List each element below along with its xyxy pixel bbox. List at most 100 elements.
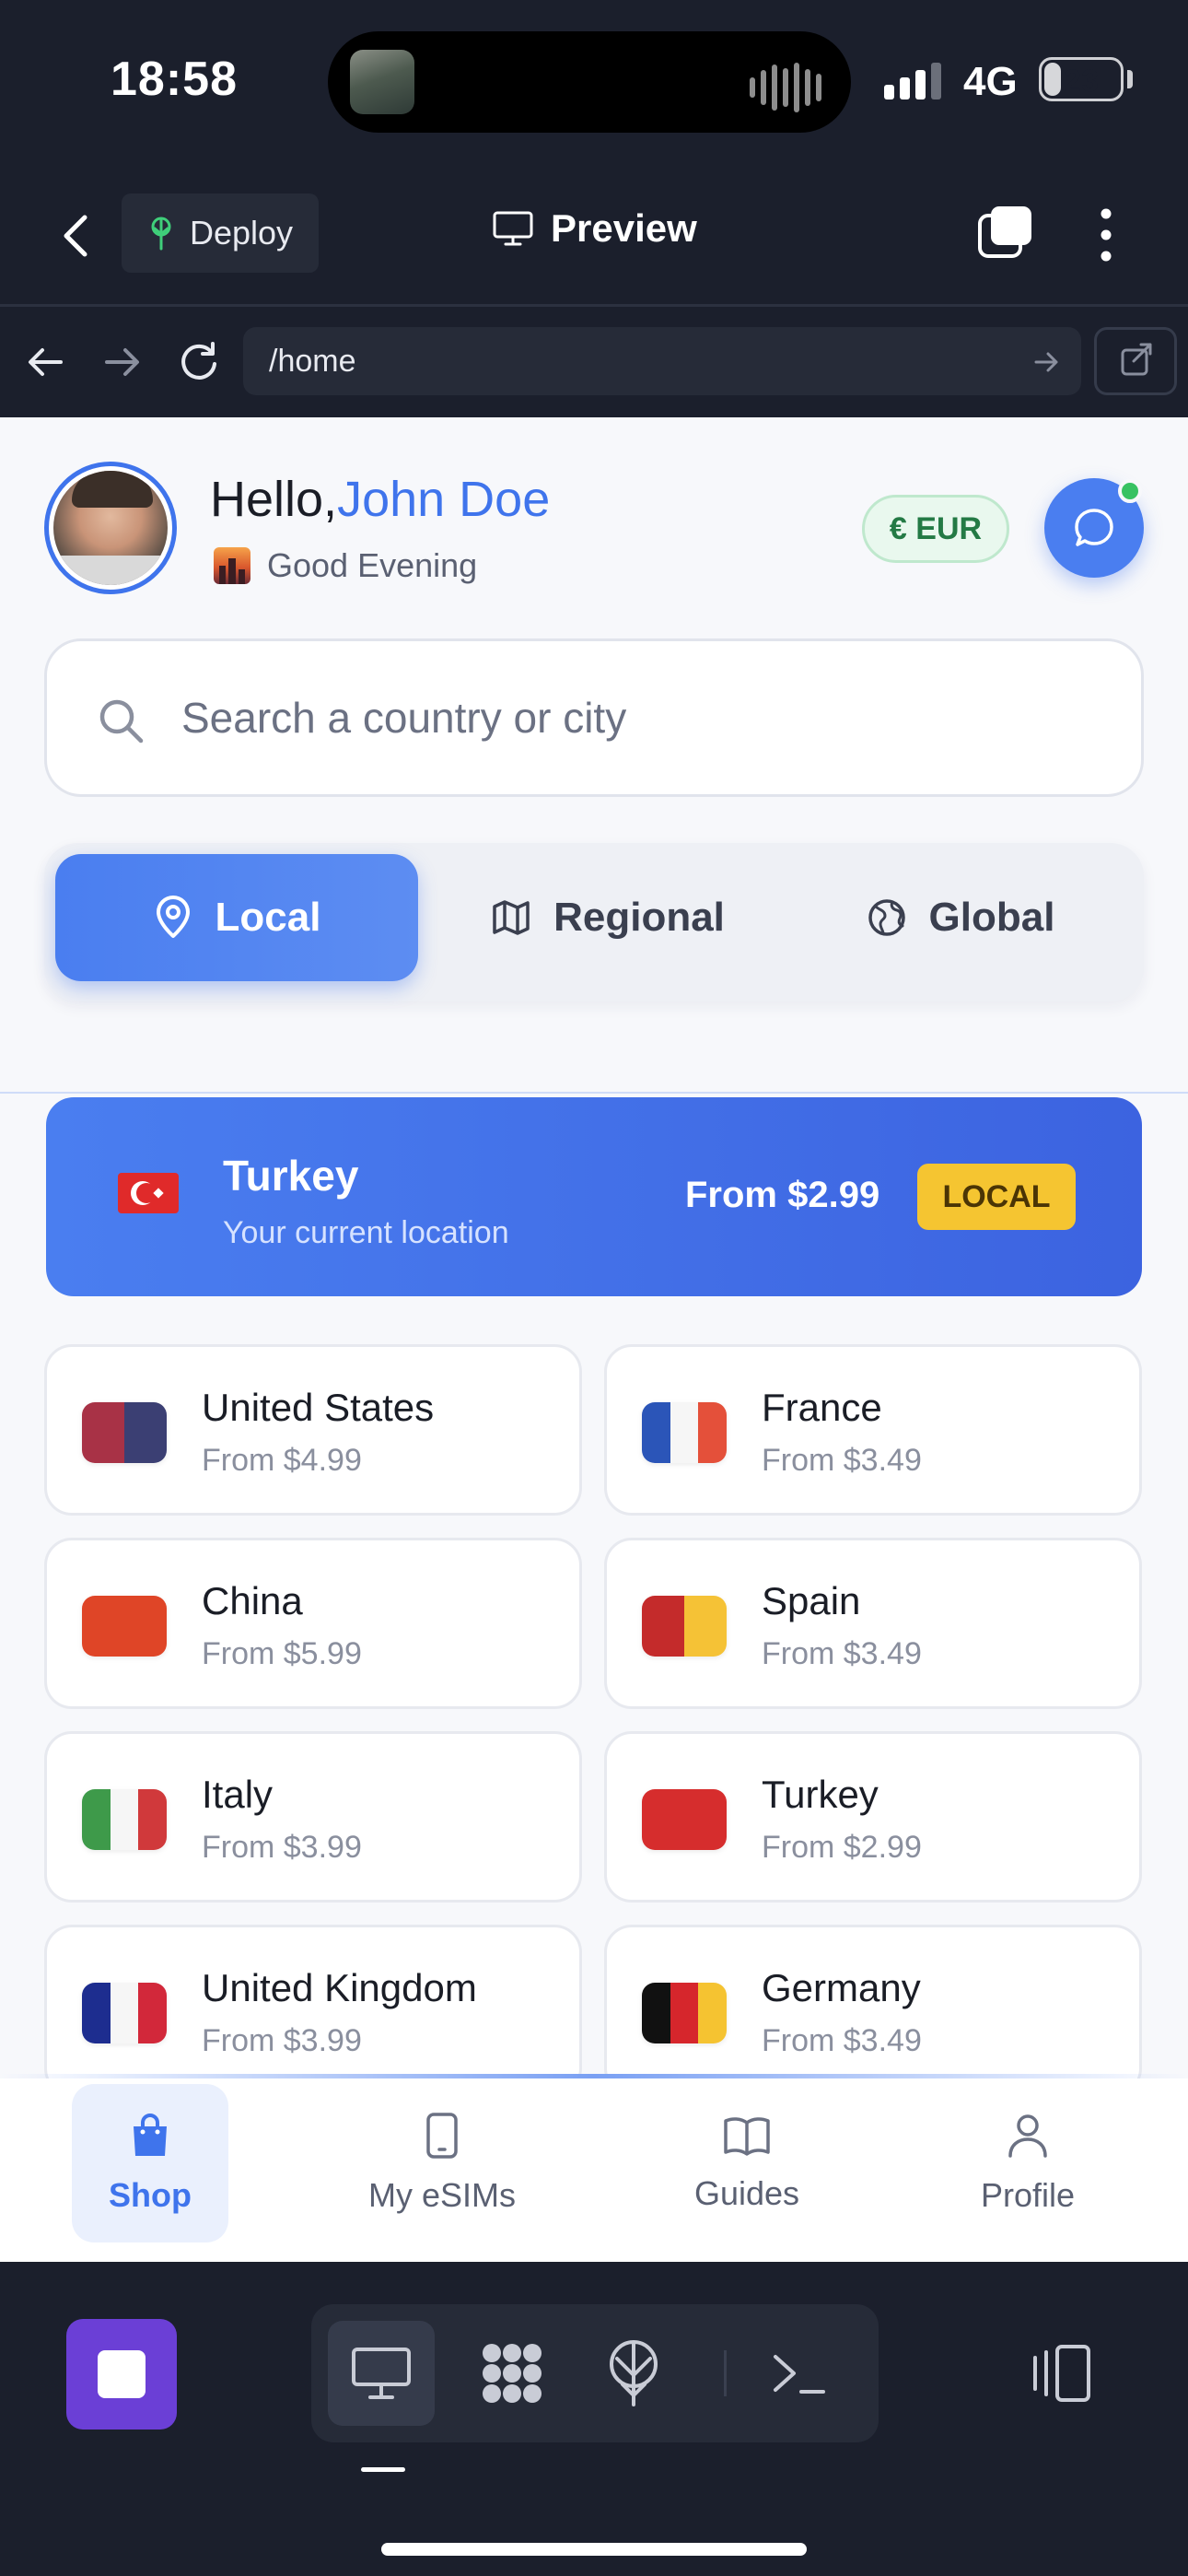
terminal-tool-button[interactable] xyxy=(746,2321,853,2426)
tabs-button[interactable] xyxy=(976,203,1035,262)
tab-profile-label: Profile xyxy=(980,2176,1076,2214)
tab-global-label: Global xyxy=(928,895,1055,940)
avatar[interactable] xyxy=(44,462,177,594)
country-price: From $3.99 xyxy=(202,1830,362,1865)
search-box[interactable] xyxy=(44,638,1144,797)
search-input[interactable] xyxy=(181,693,1084,743)
map-pin-icon xyxy=(156,896,190,938)
country-flag-icon xyxy=(642,1983,727,2043)
divider xyxy=(0,1092,1188,1094)
battery-percent: 23 xyxy=(1064,64,1099,99)
tab-regional[interactable]: Regional xyxy=(431,854,785,981)
home-indicator[interactable] xyxy=(381,2543,807,2556)
dynamic-island xyxy=(328,31,851,133)
country-price: From $3.49 xyxy=(762,1443,922,1478)
tab-regional-label: Regional xyxy=(553,895,725,940)
country-price: From $3.99 xyxy=(202,2023,362,2058)
chevron-left-icon xyxy=(64,215,87,257)
country-card[interactable]: France From $3.49 xyxy=(604,1344,1142,1516)
stop-icon xyxy=(98,2350,146,2398)
integrations-tool-button[interactable] xyxy=(459,2321,565,2426)
browser-back-button[interactable] xyxy=(22,338,70,386)
url-field[interactable]: /home xyxy=(243,327,1081,395)
reload-button[interactable] xyxy=(175,338,223,386)
toolbar-separator xyxy=(724,2350,727,2396)
device-layout-icon xyxy=(1033,2345,1090,2402)
country-price: From $3.49 xyxy=(762,1636,922,1671)
tabs-icon xyxy=(978,206,1031,258)
more-vertical-icon xyxy=(1101,208,1112,262)
avatar-photo xyxy=(53,471,168,585)
deploy-tool-button[interactable] xyxy=(580,2321,687,2426)
tab-guides-label: Guides xyxy=(693,2174,800,2212)
preview-tool-button[interactable] xyxy=(328,2321,435,2426)
current-location-card[interactable]: Turkey Your current location From $2.99 … xyxy=(46,1097,1142,1296)
sunset-city-icon xyxy=(214,547,250,584)
tab-guides[interactable]: Guides xyxy=(672,2084,821,2242)
apps-grid-icon xyxy=(483,2344,542,2403)
device-switch-button[interactable] xyxy=(1026,2343,1092,2406)
bottom-tab-bar: Shop My eSIMs Guides Profile xyxy=(0,2078,1188,2262)
globe-icon xyxy=(868,899,905,936)
time-greeting-text: Good Evening xyxy=(267,546,478,584)
plan-type-selector: Local Regional Global xyxy=(44,843,1144,1001)
country-flag-icon xyxy=(82,1596,167,1657)
local-badge: LOCAL xyxy=(917,1164,1076,1230)
country-card[interactable]: Germany From $3.49 xyxy=(604,1925,1142,2096)
country-name: Germany xyxy=(762,1966,921,2009)
tab-my-esims-label: My eSIMs xyxy=(367,2176,516,2214)
audio-waveform-icon xyxy=(750,63,821,112)
map-icon xyxy=(493,900,530,935)
reload-icon xyxy=(181,342,216,380)
country-card[interactable]: Turkey From $2.99 xyxy=(604,1731,1142,1903)
go-arrow-icon[interactable] xyxy=(1031,347,1061,377)
book-icon xyxy=(724,2117,770,2156)
turkey-flag-icon xyxy=(118,1173,179,1213)
chat-bubble-icon xyxy=(1075,509,1113,546)
country-price: From $5.99 xyxy=(202,1636,362,1671)
tab-global[interactable]: Global xyxy=(788,854,1133,981)
network-type: 4G xyxy=(963,59,1018,104)
monitor-icon xyxy=(352,2348,411,2399)
deploy-label: Deploy xyxy=(190,214,294,252)
deploy-button[interactable]: Deploy xyxy=(122,193,319,273)
current-country-name: Turkey xyxy=(223,1152,359,1200)
tab-profile[interactable]: Profile xyxy=(954,2084,1101,2242)
open-external-button[interactable] xyxy=(1094,327,1177,395)
country-card[interactable]: Spain From $3.49 xyxy=(604,1538,1142,1709)
browser-forward-button[interactable] xyxy=(98,338,146,386)
back-button[interactable] xyxy=(55,210,99,262)
preview-title[interactable]: Preview xyxy=(492,206,697,251)
more-options-button[interactable] xyxy=(1092,203,1120,267)
tab-my-esims[interactable]: My eSIMs xyxy=(354,2084,530,2242)
time-greeting: Good Evening xyxy=(214,546,477,585)
country-price: From $2.99 xyxy=(762,1830,922,1865)
country-price: From $3.49 xyxy=(762,2023,922,2058)
deploy-tree-icon xyxy=(610,2340,658,2406)
tab-local-label: Local xyxy=(215,895,321,940)
stop-button[interactable] xyxy=(66,2319,177,2430)
tab-shop[interactable]: Shop xyxy=(72,2084,228,2242)
now-playing-artwork xyxy=(350,50,414,114)
tab-local[interactable]: Local xyxy=(55,854,418,981)
country-price: From $4.99 xyxy=(202,1443,362,1478)
country-flag-icon xyxy=(82,1789,167,1850)
status-time: 18:58 xyxy=(111,53,238,106)
country-card[interactable]: China From $5.99 xyxy=(44,1538,582,1709)
currency-selector[interactable]: € EUR xyxy=(862,495,1009,563)
terminal-icon xyxy=(774,2355,825,2394)
greeting-prefix: Hello, xyxy=(210,472,338,527)
country-name: Italy xyxy=(202,1773,274,1816)
current-location-price: From $2.99 xyxy=(685,1175,880,1215)
user-name: John Doe xyxy=(337,472,551,527)
country-flag-icon xyxy=(642,1789,727,1850)
shopping-bag-icon xyxy=(134,2113,167,2156)
arrow-right-icon xyxy=(105,348,139,376)
cellular-signal-icon xyxy=(884,63,941,100)
greeting-heading: Hello,John Doe xyxy=(210,471,550,528)
country-name: United Kingdom xyxy=(202,1966,477,2009)
country-card[interactable]: United Kingdom From $3.99 xyxy=(44,1925,582,2096)
country-card[interactable]: Italy From $3.99 xyxy=(44,1731,582,1903)
browser-url-row: /home xyxy=(0,307,1188,417)
country-card[interactable]: United States From $4.99 xyxy=(44,1344,582,1516)
